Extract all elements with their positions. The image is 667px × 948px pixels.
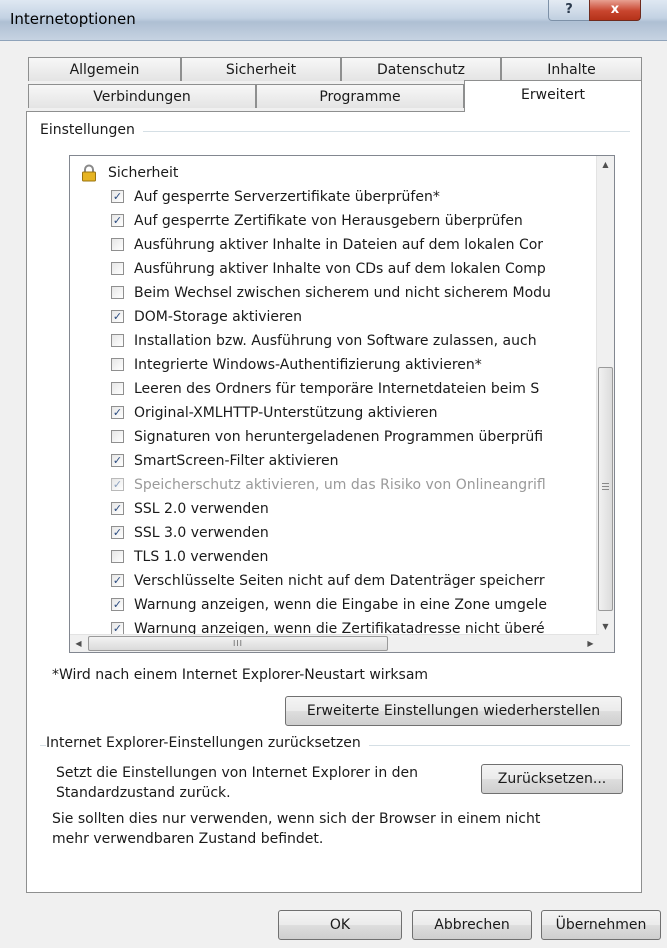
setting-item[interactable]: Installation bzw. Ausführung von Softwar… <box>70 329 598 353</box>
ok-button[interactable]: OK <box>278 910 402 940</box>
setting-label: Signaturen von heruntergeladenen Program… <box>134 429 544 445</box>
tab-inhalte[interactable]: Inhalte <box>501 57 642 81</box>
setting-checkbox[interactable]: ✓ <box>111 526 124 539</box>
tab-erweitert[interactable]: Erweitert <box>464 80 642 112</box>
window-title: Internetoptionen <box>10 10 136 28</box>
setting-checkbox[interactable] <box>111 550 124 563</box>
setting-item[interactable]: ✓ Auf gesperrte Serverzertifikate überprü… <box>70 185 598 209</box>
setting-label: Verschlüsselte Seiten nicht auf dem Date… <box>134 573 545 589</box>
reset-description-line1: Setzt die Einstellungen von Internet Exp… <box>56 765 419 781</box>
setting-item[interactable]: ✓ Verschlüsselte Seiten nicht auf dem Dat… <box>70 569 598 593</box>
setting-label: Original-XMLHTTP-Unterstützung aktiviere… <box>134 405 438 421</box>
category-label: Sicherheit <box>108 165 179 181</box>
restore-advanced-settings-button[interactable]: Erweiterte Einstellungen wiederherstelle… <box>285 696 622 726</box>
setting-item[interactable]: Integrierte Windows-Authentifizierung ak… <box>70 353 598 377</box>
setting-item[interactable]: Signaturen von heruntergeladenen Program… <box>70 425 598 449</box>
setting-label: DOM-Storage aktivieren <box>134 309 302 325</box>
setting-checkbox[interactable]: ✓ <box>111 190 124 203</box>
tab-programme[interactable]: Programme <box>256 84 464 108</box>
tab-sicherheit[interactable]: Sicherheit <box>181 57 341 81</box>
category-sicherheit: Sicherheit <box>70 161 590 185</box>
setting-label: SSL 3.0 verwenden <box>134 525 269 541</box>
setting-item[interactable]: TLS 1.0 verwenden <box>70 545 598 569</box>
setting-label: Integrierte Windows-Authentifizierung ak… <box>134 357 482 373</box>
setting-label: SmartScreen-Filter aktivieren <box>134 453 339 469</box>
reset-description-line2: Standardzustand zurück. <box>56 785 231 801</box>
setting-label: Installation bzw. Ausführung von Softwar… <box>134 333 537 349</box>
setting-checkbox[interactable] <box>111 382 124 395</box>
setting-item[interactable]: ✓ Original-XMLHTTP-Unterstützung aktivier… <box>70 401 598 425</box>
setting-checkbox[interactable]: ✓ <box>111 454 124 467</box>
settings-group-label: Einstellungen <box>40 122 143 138</box>
setting-checkbox[interactable]: ✓ <box>111 574 124 587</box>
setting-label: Ausführung aktiver Inhalte in Dateien au… <box>134 237 544 253</box>
setting-label: Warnung anzeigen, wenn die Eingabe in ei… <box>134 597 547 613</box>
vertical-scroll-thumb[interactable] <box>598 367 613 611</box>
setting-item[interactable]: ✓ DOM-Storage aktivieren <box>70 305 598 329</box>
setting-checkbox[interactable] <box>111 262 124 275</box>
setting-item[interactable]: ✓ SmartScreen-Filter aktivieren <box>70 449 598 473</box>
setting-checkbox[interactable]: ✓ <box>111 598 124 611</box>
setting-label: SSL 2.0 verwenden <box>134 501 269 517</box>
tab-allgemein[interactable]: Allgemein <box>28 57 181 81</box>
setting-checkbox[interactable]: ✓ <box>111 478 124 491</box>
horizontal-scroll-thumb[interactable]: III <box>88 636 388 651</box>
setting-item[interactable]: ✓ SSL 3.0 verwenden <box>70 521 598 545</box>
reset-warning-line2: mehr verwendbaren Zustand befindet. <box>52 831 324 847</box>
scroll-down-arrow-icon[interactable]: ▼ <box>597 618 614 635</box>
reset-group-label: Internet Explorer-Einstellungen zurückse… <box>46 735 369 751</box>
setting-label: TLS 1.0 verwenden <box>134 549 269 565</box>
setting-label: Beim Wechsel zwischen sicherem und nicht… <box>134 285 551 301</box>
scroll-left-arrow-icon[interactable]: ◀ <box>70 635 87 652</box>
setting-item[interactable]: Beim Wechsel zwischen sicherem und nicht… <box>70 281 598 305</box>
setting-item[interactable]: Leeren des Ordners für temporäre Interne… <box>70 377 598 401</box>
vertical-scrollbar[interactable]: ▲ ▼ <box>596 156 614 635</box>
setting-item[interactable]: ✓ Speicherschutz aktivieren, um das Risik… <box>70 473 598 497</box>
setting-item[interactable]: ✓ Warnung anzeigen, wenn die Eingabe in e… <box>70 593 598 617</box>
tab-datenschutz[interactable]: Datenschutz <box>341 57 501 81</box>
horizontal-scrollbar[interactable]: ◀ III ▶ <box>70 634 599 652</box>
setting-item[interactable]: ✓ SSL 2.0 verwenden <box>70 497 598 521</box>
setting-checkbox[interactable]: ✓ <box>111 502 124 515</box>
setting-item[interactable]: Ausführung aktiver Inhalte in Dateien au… <box>70 233 598 257</box>
setting-checkbox[interactable]: ✓ <box>111 310 124 323</box>
settings-listbox[interactable]: Sicherheit ✓ Auf gesperrte Serverzertifik… <box>69 155 615 653</box>
tab-verbindungen[interactable]: Verbindungen <box>28 84 256 108</box>
setting-label: Leeren des Ordners für temporäre Interne… <box>134 381 540 397</box>
setting-item[interactable]: ✓ Auf gesperrte Zertifikate von Herausgeb… <box>70 209 598 233</box>
setting-checkbox[interactable] <box>111 358 124 371</box>
setting-label: Auf gesperrte Zertifikate von Herausgebe… <box>134 213 523 229</box>
apply-button[interactable]: Übernehmen <box>541 910 661 940</box>
setting-checkbox[interactable]: ✓ <box>111 214 124 227</box>
setting-label: Auf gesperrte Serverzertifikate überprüf… <box>134 189 440 205</box>
setting-checkbox[interactable]: ✓ <box>111 406 124 419</box>
help-button[interactable]: ? <box>548 0 590 21</box>
scroll-up-arrow-icon[interactable]: ▲ <box>597 156 614 173</box>
reset-button[interactable]: Zurücksetzen... <box>481 764 623 794</box>
close-button[interactable]: x <box>589 0 641 21</box>
setting-label: Ausführung aktiver Inhalte von CDs auf d… <box>134 261 546 277</box>
setting-checkbox[interactable] <box>111 286 124 299</box>
reset-warning-line1: Sie sollten dies nur verwenden, wenn sic… <box>52 811 541 827</box>
cancel-button[interactable]: Abbrechen <box>412 910 532 940</box>
title-bar[interactable]: Internetoptionen ? x <box>0 0 667 41</box>
setting-checkbox[interactable] <box>111 238 124 251</box>
setting-checkbox[interactable] <box>111 334 124 347</box>
setting-checkbox[interactable] <box>111 430 124 443</box>
setting-label: Speicherschutz aktivieren, um das Risiko… <box>134 477 546 493</box>
scroll-corner <box>597 635 614 652</box>
lock-icon <box>82 164 96 182</box>
restart-note: *Wird nach einem Internet Explorer-Neust… <box>52 667 429 683</box>
setting-item[interactable]: Ausführung aktiver Inhalte von CDs auf d… <box>70 257 598 281</box>
